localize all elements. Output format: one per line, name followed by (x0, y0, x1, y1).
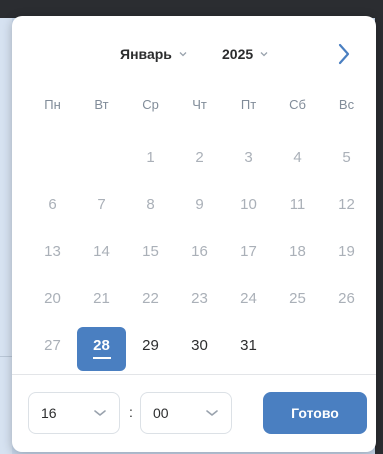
day-cell[interactable]: 29 (126, 327, 175, 365)
day-cell[interactable]: 31 (224, 327, 273, 365)
weekday-label: Пн (44, 96, 61, 112)
today-underline (93, 356, 111, 359)
done-button[interactable]: Готово (263, 392, 367, 434)
background-page (0, 18, 12, 454)
date-picker-popup: Январь 2025 Пн Вт Ср Чт Пт Сб Вс 1 2 3 4… (12, 16, 376, 452)
weekday-row: Пн Вт Ср Чт Пт Сб Вс (28, 96, 372, 112)
day-cell-disabled: 1 (146, 149, 155, 166)
background-right-edge (375, 0, 383, 454)
background-divider (0, 356, 12, 357)
weekday-label: Вт (94, 96, 109, 112)
day-cell-disabled: 16 (191, 243, 208, 260)
day-cell-empty (28, 139, 77, 177)
year-select[interactable]: 2025 (222, 42, 269, 66)
chevron-down-icon (206, 410, 218, 416)
day-cell-disabled: 25 (289, 290, 306, 307)
day-cell-disabled: 11 (289, 196, 306, 213)
day-cell-disabled: 8 (146, 196, 155, 213)
day-cell-disabled: 12 (338, 196, 355, 213)
minute-select[interactable]: 00 (140, 392, 232, 434)
day-cell-disabled: 7 (97, 196, 106, 213)
day-cell-disabled: 5 (342, 149, 351, 166)
day-cell-disabled: 4 (293, 149, 302, 166)
weekday-label: Чт (192, 96, 207, 112)
day-cell-disabled: 15 (142, 243, 159, 260)
calendar-grid: Пн Вт Ср Чт Пт Сб Вс 1 2 3 4 5 6 7 8 9 1… (28, 96, 372, 371)
footer-divider (12, 374, 376, 375)
month-select[interactable]: Январь (120, 42, 188, 66)
day-cell-selected[interactable]: 28 (77, 326, 126, 371)
chevron-down-icon (94, 410, 106, 416)
day-cell-disabled: 17 (240, 243, 257, 260)
week-row: 6 7 8 9 10 11 12 (28, 181, 372, 228)
day-cell-disabled: 9 (195, 196, 204, 213)
day-cell-disabled: 3 (244, 149, 253, 166)
hour-select[interactable]: 16 (28, 392, 120, 434)
weekday-label: Ср (142, 96, 159, 112)
chevron-down-icon (260, 52, 268, 57)
day-cell-disabled: 2 (195, 149, 204, 166)
day-cell-disabled: 20 (44, 290, 61, 307)
day-cell-disabled: 19 (338, 243, 355, 260)
minute-value: 00 (153, 405, 169, 421)
day-cell-disabled: 22 (142, 290, 159, 307)
day-cell-empty (77, 139, 126, 177)
week-row: 1 2 3 4 5 (28, 134, 372, 181)
day-cell-empty (273, 327, 322, 365)
day-cell-disabled: 13 (44, 243, 61, 260)
selected-day-label: 28 (93, 337, 110, 354)
year-label: 2025 (222, 46, 254, 62)
week-row: 27 28 29 30 31 (28, 322, 372, 371)
day-cell-disabled: 26 (338, 290, 355, 307)
day-cell-disabled: 18 (289, 243, 306, 260)
calendar-header: Январь 2025 (12, 42, 376, 66)
day-cell-disabled: 21 (93, 290, 110, 307)
week-row: 13 14 15 16 17 18 19 (28, 228, 372, 275)
hour-value: 16 (41, 405, 57, 421)
weekday-label: Пт (240, 96, 257, 112)
month-label: Январь (120, 46, 172, 62)
day-cell-disabled: 6 (48, 196, 57, 213)
day-cell-empty (322, 327, 371, 365)
day-cell[interactable]: 30 (175, 327, 224, 365)
day-cell-disabled: 10 (240, 196, 257, 213)
day-cell-disabled: 23 (191, 290, 208, 307)
next-month-button[interactable] (332, 42, 356, 66)
weekday-label: Вс (338, 96, 355, 112)
week-row: 20 21 22 23 24 25 26 (28, 275, 372, 322)
time-separator: : (129, 404, 133, 420)
day-cell-disabled: 27 (44, 337, 61, 354)
day-cell-disabled: 24 (240, 290, 257, 307)
chevron-down-icon (179, 52, 187, 57)
chevron-right-icon (338, 43, 350, 65)
day-cell-disabled: 14 (93, 243, 110, 260)
weekday-label: Сб (289, 96, 306, 112)
